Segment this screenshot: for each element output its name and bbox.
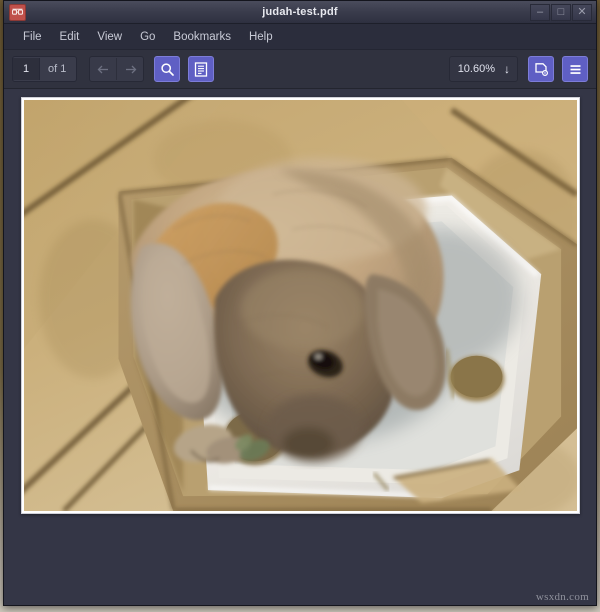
history-navigation-group [89,56,145,82]
minimize-icon: – [536,5,544,18]
minimize-button[interactable]: – [530,3,550,21]
arrow-right-icon [125,65,137,73]
chevron-down-icon: ↓ [504,62,510,76]
previous-page-button[interactable] [90,58,116,80]
photo-artwork [24,100,577,511]
menu-item-go[interactable]: Go [131,28,164,46]
window-title: judah-test.pdf [262,6,338,18]
arrow-left-icon [97,65,108,73]
application-window: judah-test.pdf – □ ✕ File Edit View Go B… [3,0,597,606]
hamburger-menu-icon [570,64,580,74]
sidebar-toggle-button[interactable] [188,56,215,82]
desktop-background: judah-test.pdf – □ ✕ File Edit View Go B… [0,0,600,612]
menu-bar: File Edit View Go Bookmarks Help [4,24,596,50]
maximize-button[interactable]: □ [551,3,571,21]
page-settings-icon [534,62,548,76]
zoom-selector[interactable]: 10.60% ↓ [448,56,518,82]
document-viewer-icon [9,3,26,21]
search-button[interactable] [154,56,181,82]
close-button[interactable]: ✕ [572,3,592,21]
page-total-label: of 1 [48,63,67,75]
rabbit-photo [24,100,577,511]
title-bar: judah-test.pdf – □ ✕ [4,1,596,24]
site-watermark: wsxdn.com [535,591,589,603]
menu-item-file[interactable]: File [14,28,51,46]
menu-item-view[interactable]: View [88,28,131,46]
search-icon [161,62,174,76]
page-settings-button[interactable] [528,56,554,82]
page-number-input[interactable] [13,58,40,80]
close-icon: ✕ [577,5,587,18]
zoom-level-label: 10.60% [457,63,495,75]
menu-item-bookmarks[interactable]: Bookmarks [164,28,240,46]
document-outline-icon [195,61,208,77]
next-page-button[interactable] [116,58,143,80]
toolbar: of 1 [4,50,596,89]
maximize-icon: □ [557,5,565,18]
document-view[interactable]: wsxdn.com [4,89,596,605]
toolbar-right-group: 10.60% ↓ [448,56,588,82]
pdf-page [21,97,580,514]
menu-item-edit[interactable]: Edit [51,28,89,46]
main-menu-button[interactable] [562,56,588,82]
menu-item-help[interactable]: Help [240,28,282,46]
page-navigation-group: of 1 [12,56,78,82]
window-controls: – □ ✕ [529,1,596,23]
